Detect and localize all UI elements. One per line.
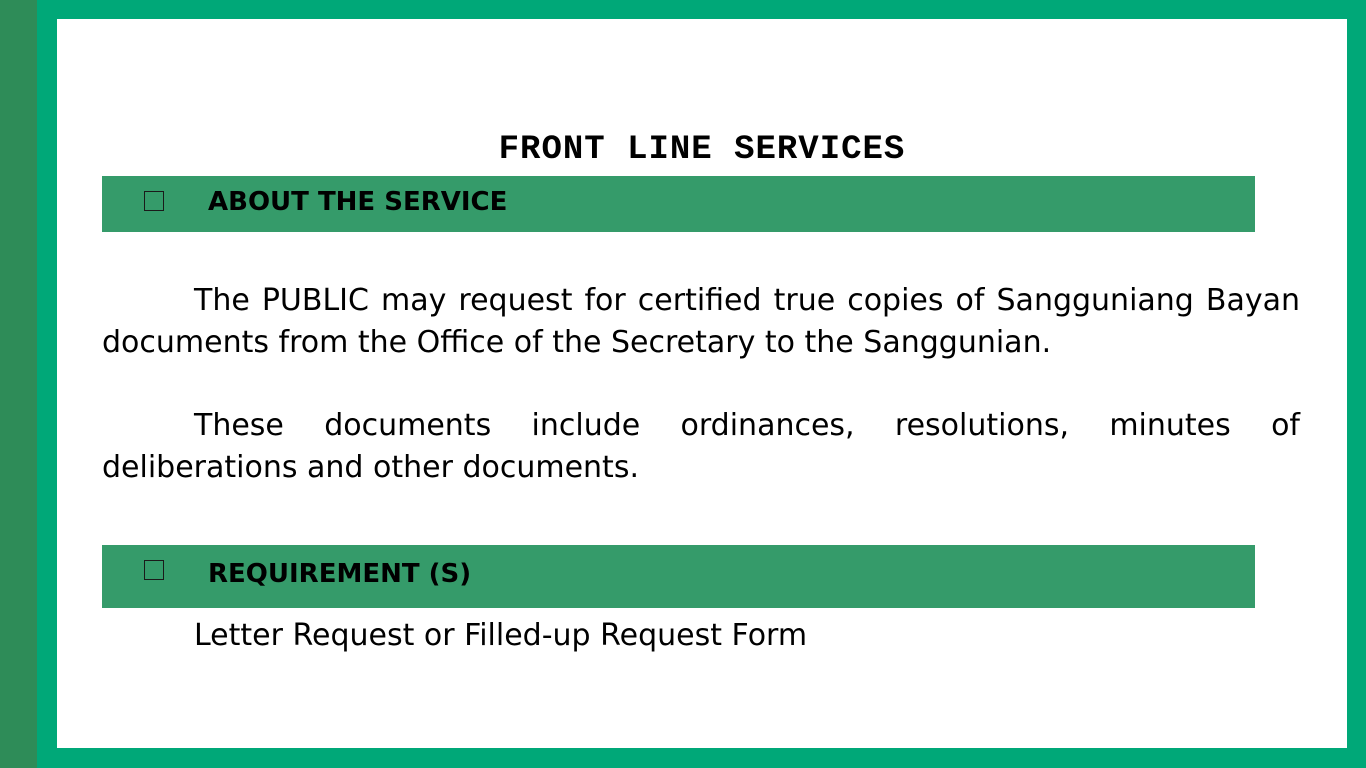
left-accent-strip [0,0,37,768]
checkbox-bullet-icon [144,191,164,211]
slide: FRONT LINE SERVICES ABOUT THE SERVICE Th… [57,19,1347,748]
requirement-item: Letter Request or Filled-up Request Form [194,618,808,653]
requirement-section-label: REQUIREMENT (S) [208,559,472,589]
requirement-section-header: REQUIREMENT (S) [102,545,1255,608]
about-paragraph: These documents include ordinances, reso… [102,408,1300,485]
about-paragraph: The PUBLIC may request for certified tru… [102,283,1300,360]
slide-title: FRONT LINE SERVICES [498,131,906,169]
about-section-header: ABOUT THE SERVICE [102,176,1255,232]
checkbox-bullet-icon [144,560,164,580]
about-section-label: ABOUT THE SERVICE [208,187,508,217]
